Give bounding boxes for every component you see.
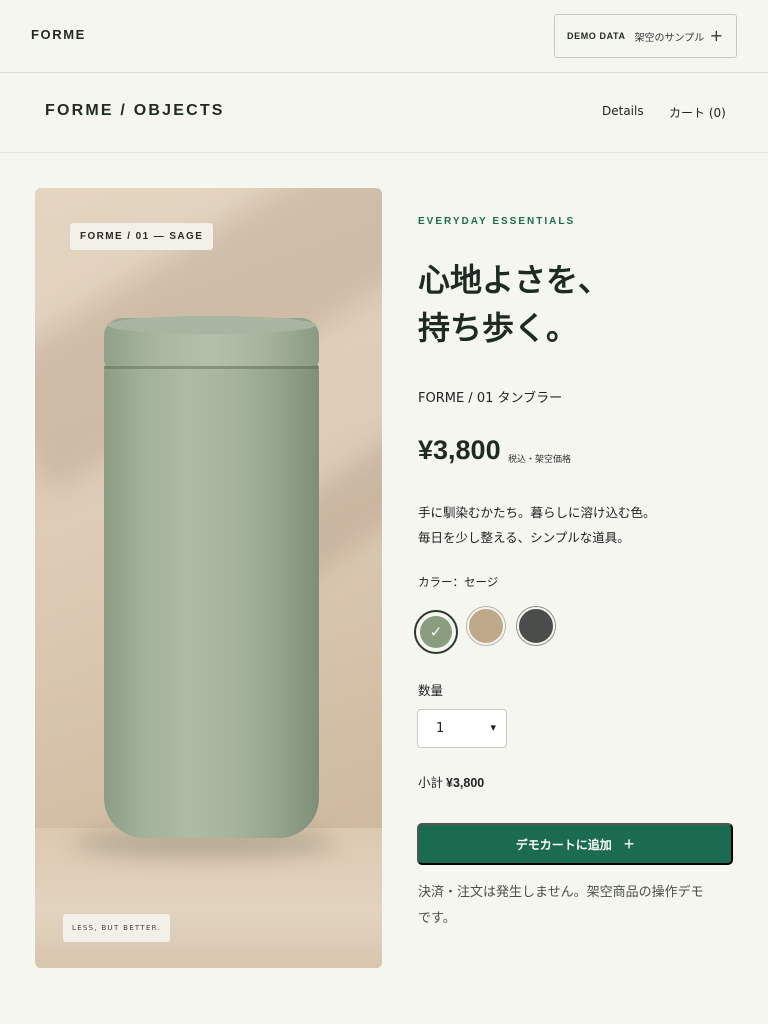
check-icon: ✓ — [429, 623, 443, 641]
product-name: FORME / 01 タンブラー — [418, 391, 563, 406]
description-line: 手に馴染むかたち。暮らしに溶け込む色。 — [418, 505, 656, 520]
product-headline: 心地よさを、 持ち歩く。 — [418, 256, 748, 352]
quantity-select[interactable]: 1 ▾ — [417, 709, 507, 748]
chevron-down-icon: ▾ — [490, 721, 496, 734]
demo-data-button[interactable]: DEMO DATA 架空のサンプル + — [554, 14, 737, 58]
tumbler-body — [104, 350, 319, 838]
note-line: です。 — [418, 911, 456, 926]
product-image: FORME / 01 — SAGE LESS, BUT BETTER. — [35, 188, 382, 968]
subtotal: 小計 ¥3,800 — [418, 772, 484, 791]
tumbler-lid-top — [107, 316, 316, 334]
add-to-cart-label: デモカートに追加 — [515, 837, 612, 852]
headline-line: 持ち歩く。 — [418, 309, 579, 347]
price-note: 税込・架空価格 — [508, 455, 572, 465]
demo-data-value: 架空のサンプル — [634, 32, 705, 44]
nav-details-link[interactable]: Details — [602, 104, 644, 118]
note-line: 決済・注文は発生しません。架空商品の操作デモ — [418, 885, 704, 900]
product-price: ¥3,800 — [418, 435, 501, 465]
variant-tag: FORME / 01 — SAGE — [70, 223, 214, 250]
category-eyebrow: EVERYDAY ESSENTIALS — [418, 216, 576, 227]
headline-line: 心地よさを、 — [418, 261, 611, 299]
description-line: 毎日を少し整える、シンプルな道具。 — [418, 530, 630, 545]
disclaimer-note: 決済・注文は発生しません。架空商品の操作デモ です。 — [418, 880, 738, 932]
tumbler-seam — [104, 366, 319, 369]
product-description: 手に馴染むかたち。暮らしに溶け込む色。 毎日を少し整える、シンプルな道具。 — [418, 500, 656, 550]
color-swatch-charcoal[interactable] — [517, 607, 555, 645]
brand-logo[interactable]: FORME — [31, 27, 86, 42]
demo-data-label: DEMO DATA — [567, 31, 626, 41]
color-label: カラー：セージ — [418, 575, 499, 589]
color-swatch-sand[interactable] — [467, 607, 505, 645]
subtotal-value: ¥3,800 — [446, 776, 485, 790]
motto-label: LESS, BUT BETTER. — [63, 914, 171, 942]
quantity-value: 1 — [436, 721, 445, 736]
subtotal-label: 小計 — [418, 775, 444, 790]
color-swatch-sage-fill[interactable]: ✓ — [420, 616, 452, 648]
quantity-label: 数量 — [418, 683, 444, 698]
plus-icon: + — [709, 26, 723, 45]
nav-bar: FORME / OBJECTS Details カート (0) — [0, 73, 768, 153]
add-to-cart-button[interactable]: デモカートに追加 + — [417, 823, 733, 865]
plus-icon: + — [623, 834, 635, 854]
top-bar: FORME DEMO DATA 架空のサンプル + — [0, 0, 768, 73]
nav-cart-link[interactable]: カート (0) — [669, 104, 726, 121]
breadcrumb[interactable]: FORME / OBJECTS — [45, 102, 225, 120]
